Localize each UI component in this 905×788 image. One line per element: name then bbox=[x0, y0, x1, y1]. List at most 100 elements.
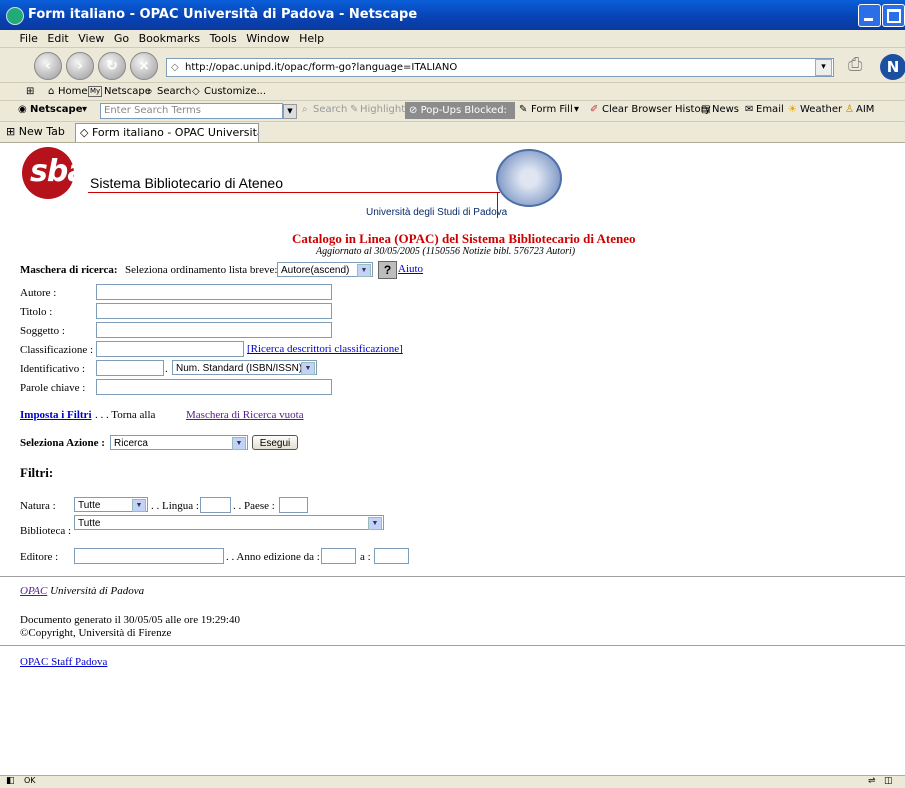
anno-from-field[interactable] bbox=[321, 548, 356, 564]
maximize-button[interactable] bbox=[882, 4, 905, 27]
search-dropdown-icon[interactable]: ▼ bbox=[283, 104, 297, 119]
chevron-down-icon: ▼ bbox=[301, 362, 315, 375]
highlight-button[interactable]: Highlight bbox=[360, 104, 405, 115]
weather-button[interactable]: Weather bbox=[800, 104, 842, 115]
tab-form-italiano[interactable]: ◇ Form italiano - OPAC Università di P..… bbox=[75, 123, 259, 142]
forward-arrow-icon[interactable]: › bbox=[66, 52, 94, 80]
reload-icon[interactable]: ↻ bbox=[98, 52, 126, 80]
natura-select[interactable]: Tutte ▼ bbox=[74, 497, 148, 512]
action-select[interactable]: Ricerca ▼ bbox=[110, 435, 248, 450]
window-title: Form italiano - OPAC Università di Padov… bbox=[28, 7, 418, 22]
netscape-logo-icon[interactable]: N bbox=[880, 54, 905, 80]
identificativo-field[interactable] bbox=[96, 360, 164, 376]
titolo-field[interactable] bbox=[96, 303, 332, 319]
chevron-down-icon: ▼ bbox=[232, 437, 246, 450]
autore-label: Autore : bbox=[20, 287, 57, 299]
help-icon[interactable]: ? bbox=[378, 261, 397, 279]
toolbar-search-input[interactable]: Enter Search Terms bbox=[100, 103, 283, 119]
sba-logo: sba bbox=[22, 147, 92, 199]
menu-edit[interactable]: Edit bbox=[47, 30, 68, 47]
clear-history-button[interactable]: Clear Browser History bbox=[602, 104, 711, 115]
university-seal-icon bbox=[496, 149, 562, 207]
tab-label: Form italiano - OPAC Università di P... bbox=[91, 126, 259, 139]
search-link[interactable]: Search bbox=[157, 83, 191, 100]
weather-icon: ☀ bbox=[788, 104, 797, 115]
chevron-down-icon: ▼ bbox=[357, 264, 371, 277]
parole-field[interactable] bbox=[96, 379, 332, 395]
order-select-value: Autore(ascend) bbox=[281, 265, 350, 276]
stop-icon[interactable]: × bbox=[130, 52, 158, 80]
page-icon: ◇ bbox=[171, 62, 179, 73]
back-arrow-icon[interactable]: ‹ bbox=[34, 52, 62, 80]
identificativo-type-select[interactable]: Num. Standard (ISBN/ISSN) ▼ bbox=[172, 360, 317, 375]
anno-label: . . Anno edizione da : bbox=[226, 551, 320, 563]
set-filters-link[interactable]: Imposta i Filtri bbox=[20, 409, 92, 421]
lingua-label: . . Lingua : bbox=[151, 500, 199, 512]
highlight-icon: ✎ bbox=[350, 104, 359, 115]
identificativo-type-value: Num. Standard (ISBN/ISSN) bbox=[176, 363, 303, 374]
menu-file[interactable]: File bbox=[20, 30, 38, 47]
security-icon: ◫ bbox=[884, 776, 893, 786]
menu-view[interactable]: View bbox=[78, 30, 104, 47]
menu-bookmarks[interactable]: Bookmarks bbox=[139, 30, 200, 47]
paese-field[interactable] bbox=[279, 497, 308, 513]
connection-icon: ⇌ bbox=[868, 776, 876, 786]
customize-link[interactable]: Customize... bbox=[204, 83, 266, 100]
url-dropdown-icon[interactable]: ▾ bbox=[815, 59, 832, 76]
order-select[interactable]: Autore(ascend) ▼ bbox=[277, 262, 373, 277]
netscape-menu[interactable]: Netscape bbox=[30, 104, 83, 115]
minimize-button[interactable] bbox=[858, 4, 881, 27]
toolbar-search-icon: ⌕ bbox=[302, 104, 308, 115]
aim-button[interactable]: AIM bbox=[856, 104, 874, 115]
bookmarks-icon[interactable]: ⊞ bbox=[26, 83, 34, 100]
anno-to-field[interactable] bbox=[374, 548, 409, 564]
netscape-globe-icon: ◉ bbox=[18, 104, 27, 115]
opac-link[interactable]: OPAC bbox=[20, 585, 47, 597]
sba-logo-text: sba bbox=[30, 154, 88, 189]
classification-search-link[interactable]: [Ricerca descrittori classificazione] bbox=[247, 343, 403, 355]
opac-staff-link[interactable]: OPAC Staff Padova bbox=[20, 656, 107, 668]
menu-help[interactable]: Help bbox=[299, 30, 324, 47]
netscape-link[interactable]: Netscape bbox=[104, 83, 151, 100]
opac-footer: OPAC Università di Padova bbox=[20, 585, 144, 597]
status-bar: ◧ OK ⇌ ◫ bbox=[0, 775, 905, 788]
biblioteca-select-value: Tutte bbox=[78, 518, 101, 529]
page-content: sba Sistema Bibliotecario di Ateneo Univ… bbox=[0, 143, 905, 775]
popups-blocked-badge[interactable]: ⊘ Pop-Ups Blocked: 48 bbox=[405, 102, 515, 133]
status-component-icon: ◧ bbox=[6, 776, 15, 786]
email-button[interactable]: Email bbox=[756, 104, 784, 115]
chevron-down-icon: ▼ bbox=[368, 517, 382, 530]
biblioteca-select[interactable]: Tutte ▼ bbox=[74, 515, 384, 530]
menu-go[interactable]: Go bbox=[114, 30, 129, 47]
tab-page-icon: ◇ bbox=[80, 126, 92, 139]
url-bar[interactable]: ◇ http://opac.unipd.it/opac/form-go?lang… bbox=[166, 58, 834, 77]
new-tab-icon: ⊞ bbox=[6, 125, 19, 138]
footer-divider-bottom bbox=[0, 645, 905, 646]
home-link[interactable]: Home bbox=[58, 83, 88, 100]
soggetto-field[interactable] bbox=[96, 322, 332, 338]
news-button[interactable]: News bbox=[712, 104, 739, 115]
lingua-field[interactable] bbox=[200, 497, 231, 513]
classificazione-field[interactable] bbox=[96, 341, 244, 357]
help-link[interactable]: Aiuto bbox=[398, 263, 423, 275]
toolbar-search-button[interactable]: Search bbox=[313, 104, 347, 115]
editore-field[interactable] bbox=[74, 548, 224, 564]
soggetto-label: Soggetto : bbox=[20, 325, 65, 337]
identificativo-label: Identificativo : bbox=[20, 363, 86, 375]
catalog-title: Catalogo in Linea (OPAC) del Sistema Bib… bbox=[292, 231, 636, 246]
menu-tools[interactable]: Tools bbox=[210, 30, 237, 47]
form-fill-button[interactable]: Form Fill bbox=[531, 104, 573, 115]
menu-window[interactable]: Window bbox=[246, 30, 289, 47]
titolo-label: Titolo : bbox=[20, 306, 53, 318]
new-tab-button[interactable]: ⊞ New Tab bbox=[2, 124, 69, 140]
print-icon[interactable]: ⎙ bbox=[848, 54, 874, 78]
form-fill-arrow-icon: ▾ bbox=[574, 104, 580, 115]
classificazione-label: Classificazione : bbox=[20, 344, 94, 356]
autore-field[interactable] bbox=[96, 284, 332, 300]
customize-icon: ◇ bbox=[192, 86, 200, 97]
home-icon: ⌂ bbox=[48, 86, 55, 97]
execute-button[interactable]: Esegui bbox=[252, 435, 298, 450]
action-select-value: Ricerca bbox=[114, 438, 148, 449]
empty-mask-link[interactable]: Maschera di Ricerca vuota bbox=[186, 409, 304, 421]
action-label: Seleziona Azione : bbox=[20, 437, 105, 449]
